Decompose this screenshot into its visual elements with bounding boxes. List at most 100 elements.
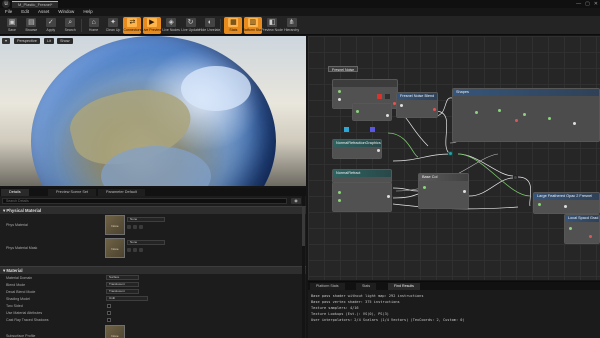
subsurface-profile-thumbnail[interactable]: None (105, 325, 125, 338)
node-large-feathered-opac[interactable]: Large Feathered Opac 2 Fresnel (533, 192, 600, 214)
comment-fresnel-noise[interactable]: Fresnel Noise (328, 66, 359, 72)
node-normal-refract-body[interactable] (332, 182, 392, 212)
category-material[interactable]: ▾ Material (0, 266, 306, 274)
toolbar-separator (80, 19, 82, 32)
browse-asset-icon[interactable] (133, 248, 137, 252)
category-physical-material[interactable]: ▾ Physical Material (0, 206, 306, 214)
details-search-input[interactable]: Search Details (2, 198, 287, 204)
minimize-icon[interactable]: — (576, 0, 581, 8)
apply-button[interactable]: ✓ Apply (42, 17, 60, 34)
decal-blend-mode-dropdown[interactable]: Translucent (106, 289, 139, 294)
input-pin[interactable] (400, 104, 403, 107)
tab-platform-stats[interactable]: Platform Stats (310, 283, 345, 290)
menu-edit[interactable]: Edit (21, 8, 29, 16)
view-options-icon[interactable]: ◉ (291, 198, 301, 204)
tab-preview-scene-set[interactable]: Preview Scene Set (48, 189, 97, 196)
details-scrollbar[interactable] (302, 196, 305, 338)
preview-nodes-button[interactable]: ◧ Preview Nodes (261, 17, 283, 34)
output-pin[interactable] (386, 114, 389, 117)
phys-material-dropdown[interactable]: None (127, 217, 165, 222)
node-noise-sub[interactable] (352, 103, 392, 121)
reroute-node[interactable] (448, 151, 453, 156)
reset-icon[interactable] (139, 248, 143, 252)
home-button[interactable]: ⌂ Home (85, 17, 103, 34)
maximize-icon[interactable]: ▢ (585, 0, 590, 8)
input-pin[interactable] (498, 109, 501, 112)
node-base-col[interactable]: Base Col (418, 173, 469, 209)
cast-ray-traced-shadows-checkbox[interactable] (107, 318, 111, 322)
scrollbar-thumb[interactable] (302, 206, 305, 246)
live-update-button[interactable]: ↻ Live Update (181, 17, 200, 34)
phys-material-thumbnail[interactable]: None (105, 215, 125, 235)
browse-asset-icon[interactable] (133, 225, 137, 229)
node-normal-refract[interactable]: NormalRefract (332, 169, 392, 183)
tab-stats[interactable]: Stats (356, 283, 377, 290)
blend-mode-dropdown[interactable]: Translucent (106, 282, 139, 287)
platform-stats-button[interactable]: ▥ Platform Stats (242, 17, 264, 34)
document-tab[interactable]: M_Plastic_Fresnel* (12, 1, 59, 8)
close-icon[interactable]: ✕ (594, 0, 598, 8)
hide-unrelated-button[interactable]: ◐ Hide Unrelated (199, 17, 221, 34)
material-domain-dropdown[interactable]: Surface (106, 275, 139, 280)
live-update-icon: ↻ (185, 18, 196, 27)
stats-button[interactable]: ▦ Stats (224, 17, 243, 34)
output-pin[interactable] (387, 195, 390, 198)
lit-button[interactable]: Lit (44, 38, 55, 44)
input-pin[interactable] (338, 98, 341, 101)
output-pin[interactable] (589, 235, 592, 238)
menu-window[interactable]: Window (58, 8, 74, 16)
output-pin[interactable] (377, 149, 380, 152)
save-icon: ▣ (7, 18, 17, 27)
reset-icon[interactable] (139, 225, 143, 229)
clean-up-button[interactable]: ✦ Clean Up (104, 17, 122, 34)
two-sided-checkbox[interactable] (107, 304, 111, 308)
input-pin[interactable] (548, 117, 551, 120)
show-button[interactable]: Show (57, 38, 73, 44)
output-pin[interactable] (433, 108, 436, 111)
node-local-spacd-grad[interactable]: Local Spacd Grad (564, 214, 600, 244)
tab-details[interactable]: Details (1, 189, 29, 196)
input-pin[interactable] (423, 186, 426, 189)
connectors-icon: ⇄ (127, 18, 138, 27)
input-pin[interactable] (338, 199, 341, 202)
output-pin[interactable] (564, 205, 567, 208)
input-pin[interactable] (569, 227, 572, 230)
input-pin[interactable] (538, 203, 541, 206)
input-pin[interactable] (356, 110, 359, 113)
live-nodes-button[interactable]: ◈ Live Nodes (162, 17, 180, 34)
tab-parameter-default[interactable]: Parameter Default (98, 189, 145, 196)
connectors-button[interactable]: ⇄ Connectors (123, 17, 142, 34)
viewport-options-button[interactable]: ▾ (2, 38, 10, 44)
phys-material-mask-dropdown[interactable]: None (127, 240, 165, 245)
save-button[interactable]: ▣ Save (3, 17, 21, 34)
tab-find-results[interactable]: Find Results (388, 283, 420, 290)
output-pin[interactable] (463, 190, 466, 193)
live-preview-button[interactable]: ▶ Live Preview (142, 17, 162, 34)
preview-viewport[interactable]: ▾ Perspective Lit Show (0, 36, 306, 186)
input-pin[interactable] (475, 111, 478, 114)
use-selected-icon[interactable] (127, 225, 131, 229)
output-pin[interactable] (515, 119, 518, 122)
shading-model-dropdown[interactable]: Unlit (106, 296, 148, 301)
menu-help[interactable]: Help (83, 8, 92, 16)
node-fresnel-noise-blend[interactable]: Fresnel Noise Blend (396, 92, 438, 118)
search-button[interactable]: ⌕ Search (61, 17, 79, 34)
stats-line: Texture samplers: 4/16 (311, 306, 359, 310)
perspective-button[interactable]: Perspective (14, 38, 40, 44)
output-pin[interactable] (573, 122, 576, 125)
phys-material-mask-thumbnail[interactable]: None (105, 238, 125, 258)
node-normal-refraction-graphics[interactable]: NormalRefractionGraphics (332, 139, 382, 159)
material-graph[interactable]: Fresnel Noise Fresnel Noise Blend Shapes (308, 36, 600, 280)
input-pin[interactable] (338, 191, 341, 194)
node-shapes[interactable]: Shapes (452, 88, 600, 142)
menu-file[interactable]: File (5, 8, 12, 16)
reroute-node[interactable] (513, 175, 518, 180)
input-pin[interactable] (338, 90, 341, 93)
use-selected-icon[interactable] (127, 248, 131, 252)
input-pin[interactable] (523, 113, 526, 116)
menu-asset[interactable]: Asset (38, 8, 49, 16)
use-material-attributes-checkbox[interactable] (107, 311, 111, 315)
hierarchy-button[interactable]: ⋔ Hierarchy (283, 17, 301, 34)
unreal-logo-icon: u (2, 0, 10, 8)
browse-button[interactable]: ▤ Browse (22, 17, 40, 34)
